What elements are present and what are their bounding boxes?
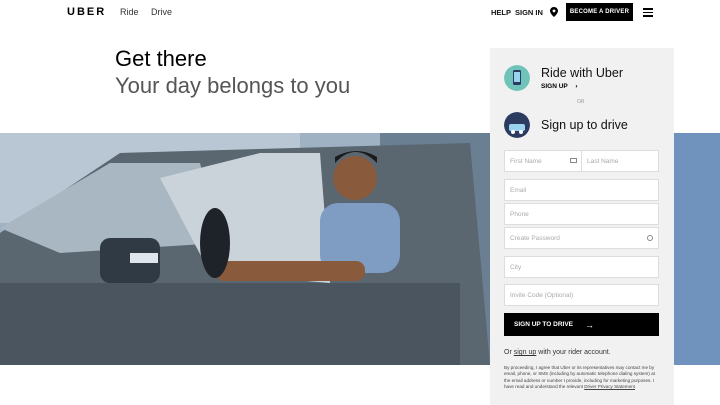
rider-phone-icon bbox=[504, 65, 530, 91]
rider-signup-link[interactable]: sign up bbox=[514, 349, 537, 356]
invite-code-placeholder: Invite Code (Optional) bbox=[510, 291, 574, 299]
rider-prefix: Or bbox=[504, 349, 512, 356]
nav-drive-link[interactable]: Drive bbox=[151, 7, 172, 17]
first-name-placeholder: First Name bbox=[510, 157, 542, 165]
uber-logo[interactable]: UBER bbox=[67, 6, 106, 18]
password-placeholder: Create Password bbox=[510, 234, 560, 242]
hero-subtitle: Your day belongs to you bbox=[115, 73, 351, 98]
or-divider: OR bbox=[577, 99, 585, 105]
hero-title: Get there bbox=[115, 46, 207, 71]
rider-signup-text: Or sign up with your rider account. bbox=[504, 349, 611, 356]
first-name-field[interactable]: First Name bbox=[504, 150, 582, 172]
submit-label: SIGN UP TO DRIVE bbox=[514, 321, 573, 328]
nav-ride-link[interactable]: Ride bbox=[120, 7, 139, 17]
sign-up-to-drive-button[interactable]: SIGN UP TO DRIVE → bbox=[504, 313, 659, 336]
sign-up-to-drive-title: Sign up to drive bbox=[541, 118, 628, 132]
become-driver-button[interactable]: BECOME A DRIVER bbox=[566, 3, 633, 21]
city-field[interactable]: City bbox=[504, 256, 659, 278]
location-pin-icon[interactable] bbox=[550, 7, 558, 17]
password-field[interactable]: Create Password bbox=[504, 227, 659, 249]
driver-car-icon bbox=[504, 112, 530, 138]
sign-in-link[interactable]: SIGN IN bbox=[515, 8, 543, 17]
phone-placeholder: Phone bbox=[510, 210, 529, 218]
show-password-icon[interactable] bbox=[647, 235, 653, 241]
email-field[interactable]: Email bbox=[504, 179, 659, 201]
ride-signup-label: SIGN UP bbox=[541, 83, 568, 90]
top-nav: UBER Ride Drive HELP SIGN IN BECOME A DR… bbox=[0, 0, 720, 25]
ride-signup-link[interactable]: SIGN UP › bbox=[541, 83, 578, 90]
help-link[interactable]: HELP bbox=[491, 8, 511, 17]
rider-suffix: with your rider account. bbox=[538, 349, 611, 356]
email-placeholder: Email bbox=[510, 186, 527, 194]
hamburger-menu-icon[interactable] bbox=[643, 8, 653, 17]
id-card-icon bbox=[570, 158, 577, 163]
ride-with-uber-title: Ride with Uber bbox=[541, 66, 623, 80]
arrow-right-icon: → bbox=[585, 319, 594, 330]
chevron-right-icon: › bbox=[575, 83, 578, 90]
last-name-field[interactable]: Last Name bbox=[581, 150, 659, 172]
city-placeholder: City bbox=[510, 263, 522, 271]
driver-privacy-link[interactable]: Driver Privacy Statement bbox=[584, 384, 635, 389]
legal-disclaimer: By proceeding, I agree that Uber or its … bbox=[504, 365, 659, 391]
phone-field[interactable]: Phone bbox=[504, 203, 659, 225]
last-name-placeholder: Last Name bbox=[587, 157, 619, 165]
invite-code-field[interactable]: Invite Code (Optional) bbox=[504, 284, 659, 306]
